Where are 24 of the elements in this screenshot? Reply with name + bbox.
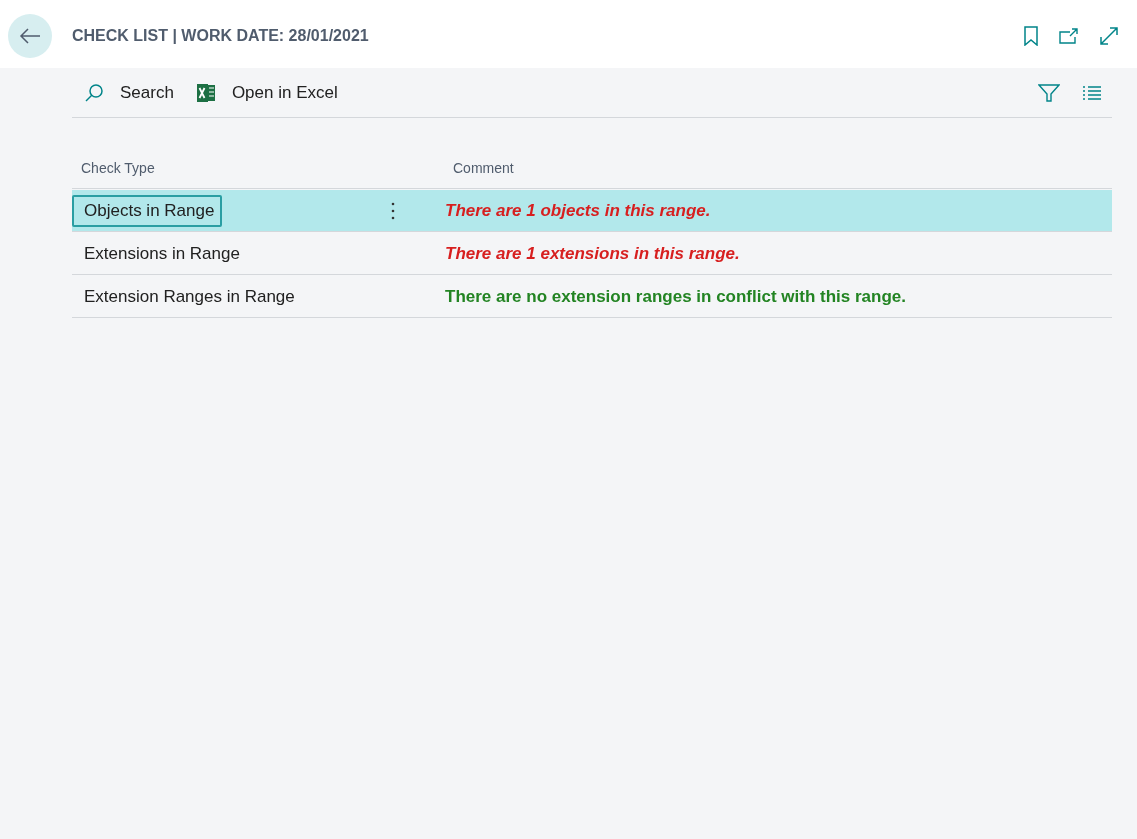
open-in-excel-button[interactable]: Open in Excel	[195, 80, 338, 105]
table-cell-text: There are no extension ranges in conflict with this range.	[444, 286, 906, 307]
column-header[interactable]: Comment	[444, 160, 514, 176]
more-options-icon[interactable]	[391, 201, 395, 220]
table-row[interactable]: Extension Ranges in Range There are no extension ranges in conflict with this range.	[72, 276, 1112, 318]
table-cell-text: There are 1 extensions in this range.	[444, 243, 740, 264]
table-cell-text: Extension Ranges in Range	[83, 285, 296, 308]
table-cell-text: Extensions in Range	[83, 242, 241, 265]
back-arrow-icon	[19, 28, 41, 44]
list-view-icon[interactable]	[1082, 84, 1102, 101]
table-row[interactable]: Extensions in Range There are 1 extensions in this range.	[72, 233, 1112, 275]
table-cell-text: There are 1 objects in this range.	[444, 200, 711, 221]
back-button[interactable]	[8, 14, 52, 58]
expand-icon[interactable]	[1099, 26, 1119, 46]
page-title: CHECK LIST | WORK DATE: 28/01/2021	[72, 27, 369, 45]
table-row[interactable]: Objects in Range There are 1 objects in this range.	[72, 190, 1112, 232]
open-new-window-icon[interactable]	[1059, 27, 1079, 45]
bookmark-icon[interactable]	[1023, 26, 1039, 46]
filter-icon[interactable]	[1038, 82, 1060, 103]
spreadsheet-icon	[195, 82, 216, 103]
column-header[interactable]: Check Type	[72, 160, 444, 176]
search-button[interactable]: Search	[84, 80, 174, 105]
table-cell: Objects in Range	[72, 194, 223, 227]
search-icon	[84, 82, 104, 103]
